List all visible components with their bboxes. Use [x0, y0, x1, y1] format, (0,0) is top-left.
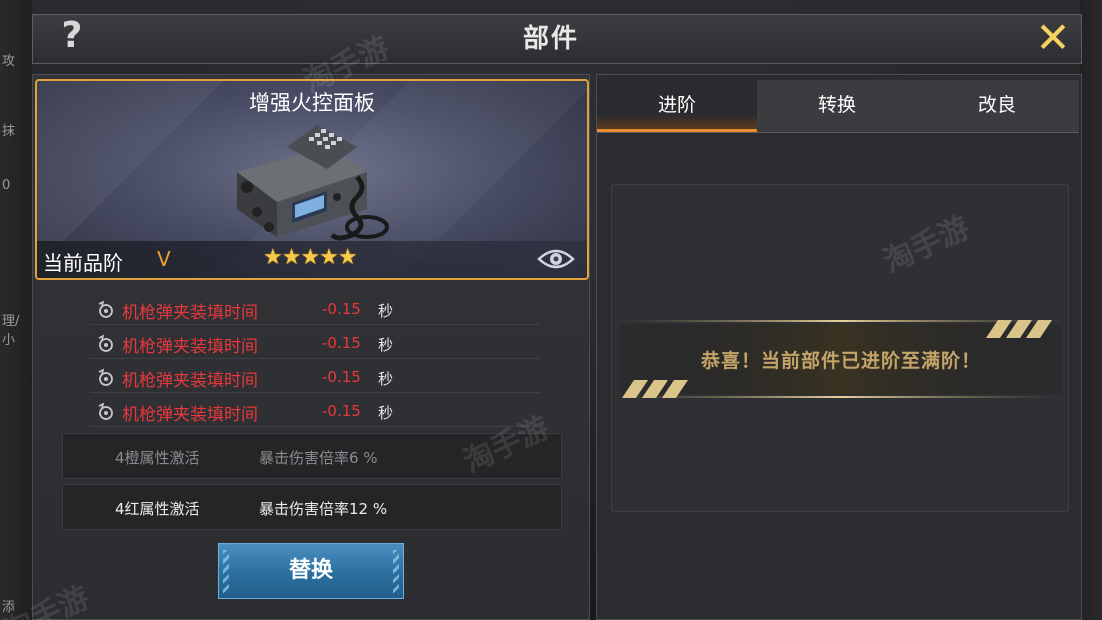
bg-fragment: 0 — [2, 178, 11, 193]
grade-label: 当前品阶 — [43, 251, 123, 275]
stat-row: 机枪弹夹装填时间 -0.15 秒 — [90, 396, 540, 427]
stat-name: 机枪弹夹装填时间 — [122, 405, 258, 425]
set-bonus-orange: 4橙属性激活 暴击伤害倍率6 % — [62, 433, 562, 479]
replace-button[interactable]: 替换 — [218, 543, 404, 599]
screen: 攻 抹 0 理/小 添 ? 部件 ✕ 增强火控面板 当前品阶 V ★★★★★ 机… — [0, 0, 1102, 620]
stat-value: -0.15 — [322, 334, 361, 352]
stat-value: -0.15 — [322, 300, 361, 318]
reload-icon — [98, 300, 113, 318]
background-left: 攻 抹 0 理/小 添 — [0, 0, 32, 620]
bg-fragment: 添 — [2, 600, 16, 615]
bg-fragment: 抹 — [2, 124, 16, 139]
set-bonus-effect: 暴击伤害倍率6 % — [259, 449, 378, 467]
grade-value: V — [157, 247, 171, 271]
tab-advance[interactable]: 进阶 — [597, 80, 757, 132]
stat-name: 机枪弹夹装填时间 — [122, 371, 258, 391]
stat-unit: 秒 — [378, 370, 394, 388]
fire-control-panel-image — [237, 125, 389, 241]
set-bonus-effect: 暴击伤害倍率12 % — [259, 500, 388, 518]
close-icon[interactable]: ✕ — [1030, 17, 1076, 59]
part-card: 增强火控面板 当前品阶 V ★★★★★ — [35, 79, 589, 280]
set-bonus-name: 4红属性激活 — [115, 500, 200, 518]
set-bonus-name: 4橙属性激活 — [115, 449, 200, 467]
stat-name: 机枪弹夹装填时间 — [122, 303, 258, 323]
stat-unit: 秒 — [378, 302, 394, 320]
stat-value: -0.15 — [322, 368, 361, 386]
bg-fragment: 理/小 — [2, 314, 20, 348]
reload-icon — [98, 368, 113, 386]
tab-improve[interactable]: 改良 — [917, 80, 1077, 132]
background-right — [1080, 0, 1102, 620]
stat-name: 机枪弹夹装填时间 — [122, 337, 258, 357]
star-rating: ★★★★★ — [263, 245, 358, 270]
stat-unit: 秒 — [378, 336, 394, 354]
stat-row: 机枪弹夹装填时间 -0.15 秒 — [90, 294, 540, 325]
reload-icon — [98, 402, 113, 420]
tab-bar: 进阶 转换 改良 — [597, 80, 1079, 133]
stat-value: -0.15 — [322, 402, 361, 420]
grade-bar: 当前品阶 V ★★★★★ — [37, 241, 587, 278]
page-title: 部件 — [522, 24, 579, 54]
eye-icon[interactable] — [537, 245, 575, 273]
set-bonus-red: 4红属性激活 暴击伤害倍率12 % — [62, 484, 562, 530]
stat-row: 机枪弹夹装填时间 -0.15 秒 — [90, 328, 540, 359]
part-name: 增强火控面板 — [249, 91, 375, 115]
stat-row: 机枪弹夹装填时间 -0.15 秒 — [90, 362, 540, 393]
max-level-message: 恭喜！当前部件已进阶至满阶！ — [700, 350, 981, 372]
stat-unit: 秒 — [378, 404, 394, 422]
reload-icon — [98, 334, 113, 352]
tab-convert[interactable]: 转换 — [757, 80, 917, 132]
